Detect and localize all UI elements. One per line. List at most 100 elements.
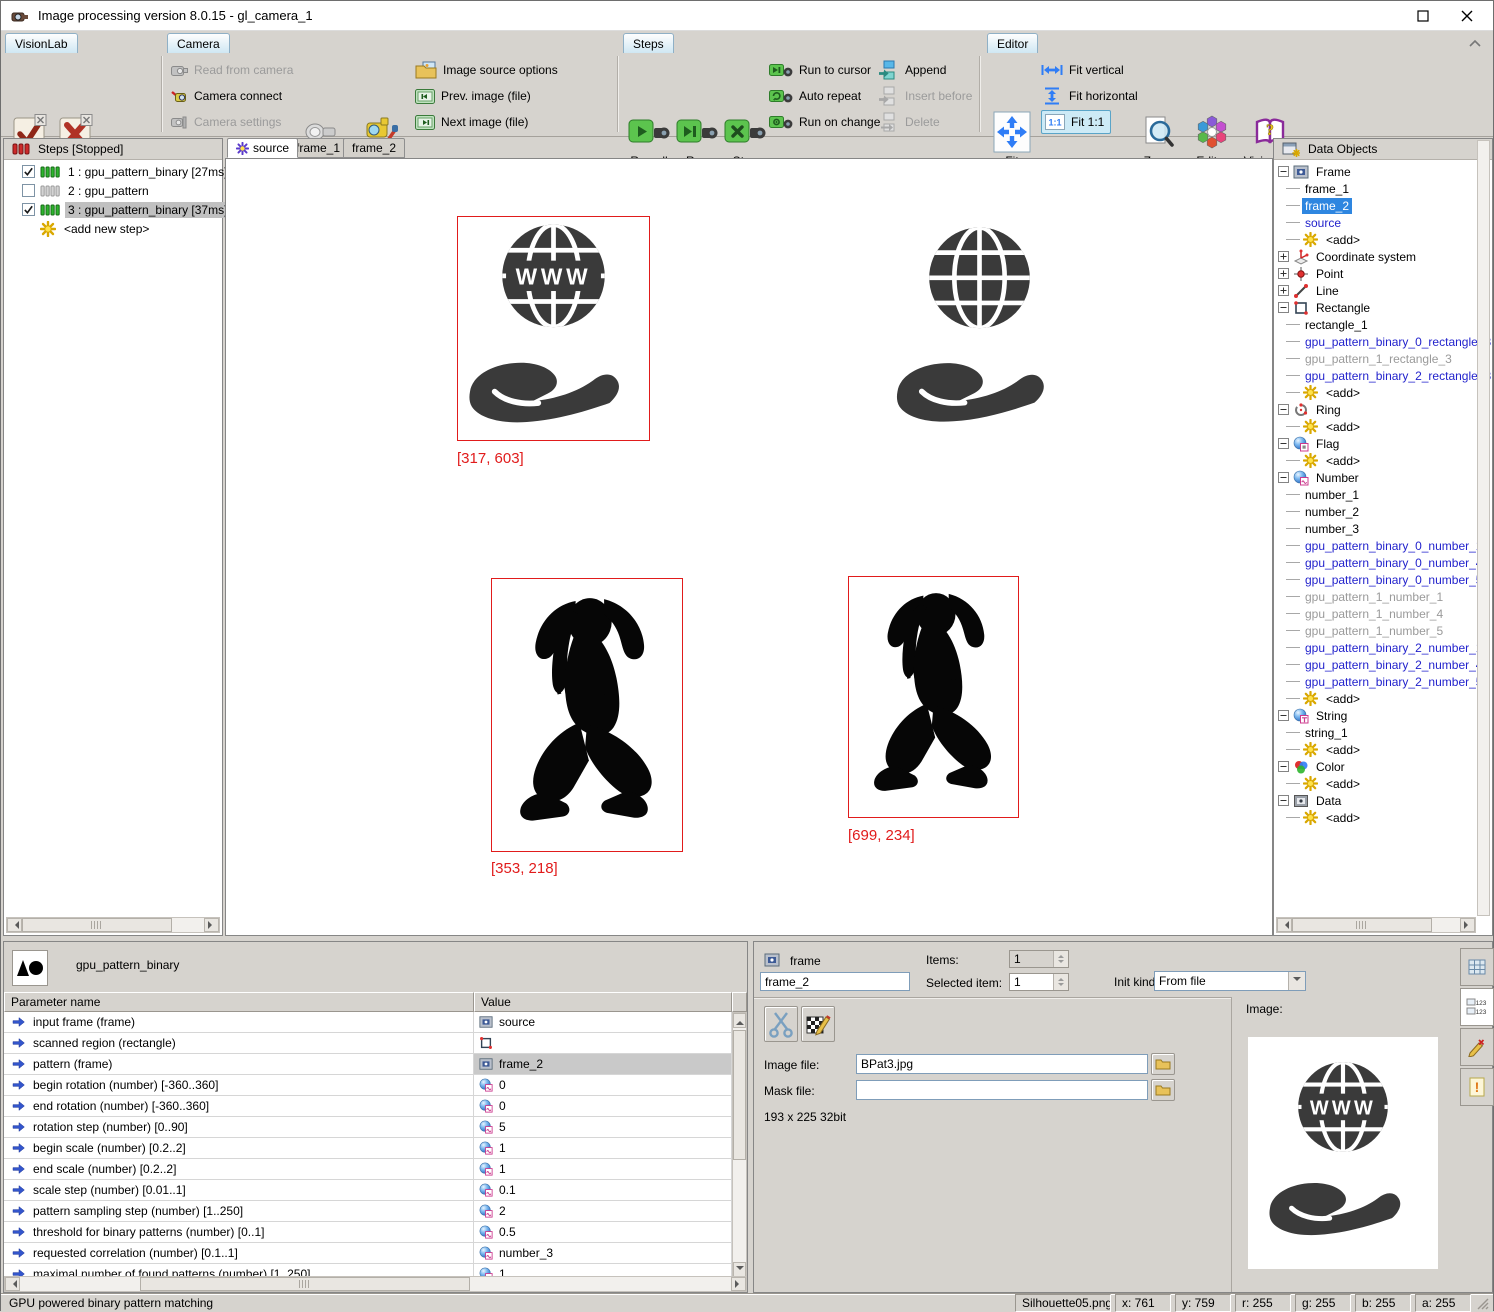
scroll-thumb[interactable] [733, 1030, 746, 1160]
param-value-cell[interactable]: 0.5 [474, 1222, 732, 1242]
collapse-icon[interactable] [1278, 710, 1289, 721]
tree-item-string-1[interactable]: string_1 [1274, 724, 1492, 741]
param-row-11[interactable]: threshold for binary patterns (number) [… [4, 1222, 732, 1243]
param-name-cell[interactable]: scanned region (rectangle) [4, 1033, 474, 1053]
param-value-cell[interactable]: 1 [474, 1159, 732, 1179]
tree-item-gpu-pattern-binary-2-number-1[interactable]: gpu_pattern_binary_2_number_1 [1274, 639, 1492, 656]
param-row-4[interactable]: begin rotation (number) [-360..360]0 [4, 1075, 732, 1096]
param-value-cell[interactable]: 2 [474, 1201, 732, 1221]
param-value-cell[interactable]: 1 [474, 1138, 732, 1158]
fit-vertical-button[interactable]: Fit vertical [1041, 58, 1124, 82]
tab-visionlab[interactable]: VisionLab [5, 33, 78, 53]
canvas-tab-source[interactable]: source [227, 138, 298, 158]
image-source-options-button[interactable]: Image source options [415, 58, 558, 82]
param-value-cell[interactable]: 0.1 [474, 1180, 732, 1200]
run-on-change-button[interactable]: Run on change [769, 110, 880, 134]
tree-item-ring[interactable]: Ring [1274, 401, 1492, 418]
param-table-hscrollbar[interactable] [4, 1276, 747, 1292]
collapse-icon[interactable] [1278, 795, 1289, 806]
tree-item-point[interactable]: Point [1274, 265, 1492, 282]
param-row-8[interactable]: end scale (number) [0.2..2]1 [4, 1159, 732, 1180]
tree-item-gpu-pattern-binary-0-number-4[interactable]: gpu_pattern_binary_0_number_4 [1274, 554, 1492, 571]
frame-name-input[interactable] [760, 972, 910, 991]
column-parameter-name[interactable]: Parameter name [4, 992, 474, 1012]
expand-icon[interactable] [1278, 268, 1289, 279]
param-row-9[interactable]: scale step (number) [0.01..1]0.1 [4, 1180, 732, 1201]
scroll-left-button[interactable] [1277, 918, 1292, 932]
step-item-3[interactable]: 3 : gpu_pattern_binary [37ms] [4, 200, 222, 219]
scroll-left-button[interactable] [7, 918, 22, 932]
tree-item-number[interactable]: Number [1274, 469, 1492, 486]
param-value-cell[interactable]: 0 [474, 1075, 732, 1095]
tree-item-gpu-pattern-binary-2-rectangle-3[interactable]: gpu_pattern_binary_2_rectangle_3 [1274, 367, 1492, 384]
tree-item-frame[interactable]: Frame [1274, 163, 1492, 180]
param-name-cell[interactable]: begin scale (number) [0.2..2] [4, 1138, 474, 1158]
tree-item-gpu-pattern-binary-2-number-4[interactable]: gpu_pattern_binary_2_number_4 [1274, 656, 1492, 673]
tree-item-string[interactable]: String [1274, 707, 1492, 724]
edit-object-button[interactable] [1460, 1028, 1494, 1066]
spin-up[interactable] [1054, 951, 1068, 959]
step-checkbox[interactable] [22, 184, 35, 197]
close-window-button[interactable] [1449, 3, 1485, 29]
collapse-icon[interactable] [1278, 302, 1289, 313]
init-kind-dropdown[interactable]: From file [1154, 971, 1306, 991]
append-button[interactable]: Append [879, 58, 946, 82]
param-name-cell[interactable]: threshold for binary patterns (number) [… [4, 1222, 474, 1242]
scroll-right-button[interactable] [1460, 918, 1475, 932]
param-name-cell[interactable]: end scale (number) [0.2..2] [4, 1159, 474, 1179]
tree-item-gpu-pattern-binary-2-number-5[interactable]: gpu_pattern_binary_2_number_5 [1274, 673, 1492, 690]
expand-icon[interactable] [1278, 285, 1289, 296]
tree-add-item[interactable]: <add> [1274, 809, 1492, 826]
tree-item-gpu-pattern-binary-0-rectangle-3[interactable]: gpu_pattern_binary_0_rectangle_3 [1274, 333, 1492, 350]
step-checkbox[interactable] [22, 203, 35, 216]
browse-mask-file-button[interactable] [1151, 1079, 1175, 1101]
insert-before-button[interactable]: Insert before [879, 84, 972, 108]
mask-file-input[interactable] [856, 1080, 1148, 1100]
tree-add-item[interactable]: <add> [1274, 418, 1492, 435]
param-name-cell[interactable]: pattern (frame) [4, 1054, 474, 1074]
param-row-12[interactable]: requested correlation (number) [0.1..1]n… [4, 1243, 732, 1264]
scroll-thumb[interactable] [22, 918, 172, 932]
collapse-icon[interactable] [1278, 404, 1289, 415]
delete-step-button[interactable]: Delete [879, 110, 940, 134]
param-value-cell[interactable]: number_3 [474, 1243, 732, 1263]
camera-connect-button[interactable]: Camera connect [171, 84, 282, 108]
param-value-cell[interactable]: frame_2 [474, 1054, 732, 1074]
dropdown-arrow-icon[interactable] [1288, 972, 1305, 990]
tab-steps[interactable]: Steps [623, 33, 674, 53]
tree-item-rectangle-1[interactable]: rectangle_1 [1274, 316, 1492, 333]
step-checkbox[interactable] [22, 165, 35, 178]
view-values-button[interactable]: 123123 [1460, 988, 1494, 1026]
camera-settings-button[interactable]: Camera settings [171, 110, 281, 134]
tree-item-number-2[interactable]: number_2 [1274, 503, 1492, 520]
read-from-camera-button[interactable]: Read from camera [171, 58, 293, 82]
spin-down[interactable] [1054, 959, 1068, 967]
spin-down[interactable] [1054, 982, 1068, 990]
view-table-button[interactable] [1460, 948, 1494, 986]
fit-horizontal-button[interactable]: Fit horizontal [1041, 84, 1138, 108]
scroll-thumb[interactable] [140, 1277, 470, 1291]
resize-grip[interactable] [1475, 1296, 1489, 1310]
param-name-cell[interactable]: rotation step (number) [0..90] [4, 1117, 474, 1137]
scroll-right-button[interactable] [204, 918, 219, 932]
image-file-input[interactable] [856, 1054, 1148, 1074]
scroll-up-button[interactable] [733, 1013, 746, 1028]
tree-vscrollbar[interactable] [1477, 140, 1490, 916]
tree-item-flag[interactable]: Flag [1274, 435, 1492, 452]
run-to-cursor-button[interactable]: Run to cursor [769, 58, 871, 82]
expand-icon[interactable] [1278, 251, 1289, 262]
collapse-icon[interactable] [1278, 438, 1289, 449]
tree-add-item[interactable]: <add> [1274, 384, 1492, 401]
scroll-thumb[interactable] [1292, 918, 1432, 932]
collapse-icon[interactable] [1278, 166, 1289, 177]
param-table-vscrollbar[interactable] [732, 1012, 747, 1278]
pattern-edit-button[interactable] [801, 1006, 835, 1042]
step-item-1[interactable]: 1 : gpu_pattern_binary [27ms] [4, 162, 222, 181]
prev-image-button[interactable]: Prev. image (file) [415, 84, 531, 108]
tree-item-gpu-pattern-binary-0-number-1[interactable]: gpu_pattern_binary_0_number_1 [1274, 537, 1492, 554]
maximize-button[interactable] [1405, 3, 1441, 29]
tree-item-data[interactable]: Data [1274, 792, 1492, 809]
collapse-ribbon-button[interactable] [1465, 35, 1485, 51]
tab-camera[interactable]: Camera [167, 33, 230, 53]
tree-item-coordinate-system[interactable]: Coordinate system [1274, 248, 1492, 265]
